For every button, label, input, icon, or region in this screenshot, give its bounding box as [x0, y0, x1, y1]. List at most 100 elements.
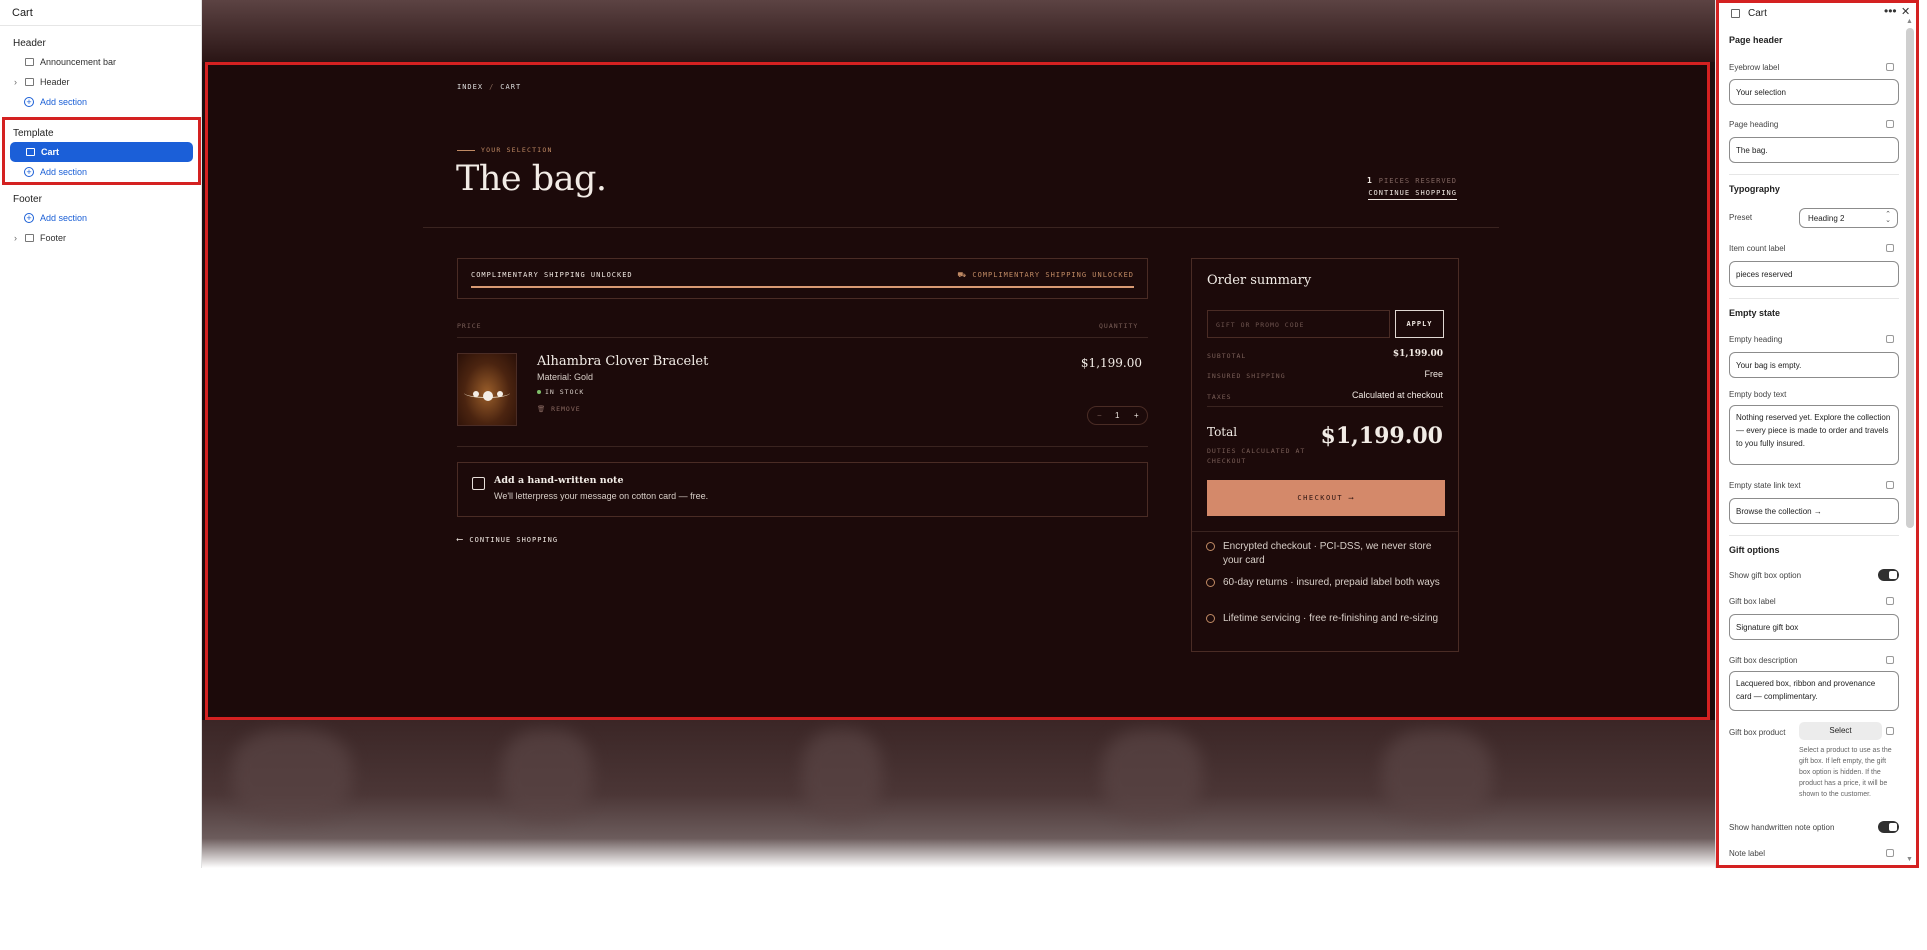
continue-shopping-label: CONTINUE SHOPPING [469, 536, 559, 544]
sidebar-item-header[interactable]: › Header [0, 72, 201, 92]
add-section-button-header[interactable]: + Add section [0, 92, 201, 112]
total-label: Total [1207, 425, 1238, 439]
arrow-left-icon: ⟵ [457, 535, 464, 545]
column-header-quantity: QUANTITY [1099, 322, 1139, 330]
preset-label: Preset [1729, 213, 1753, 222]
scrollbar[interactable] [1906, 28, 1914, 528]
preset-value: Heading 2 [1808, 214, 1845, 223]
trash-icon: 🗑 [537, 405, 552, 413]
chevron-right-icon[interactable]: › [14, 72, 17, 92]
blurred-header [202, 0, 1715, 62]
bracelet-clover [483, 391, 493, 401]
stock-dot-icon [537, 390, 541, 394]
note-description: We'll letterpress your message on cotton… [494, 491, 709, 501]
dynamic-source-icon[interactable] [1886, 597, 1894, 605]
trust-text: Lifetime servicing · free re-finishing a… [1223, 613, 1439, 624]
quantity-value[interactable]: 1 [1115, 411, 1119, 420]
remove-button[interactable]: 🗑 REMOVE [537, 405, 581, 413]
note-toggle[interactable] [1878, 821, 1899, 833]
section-icon [25, 58, 34, 66]
shipping-progress-bar [471, 286, 1134, 288]
cart-section[interactable]: INDEX / CART YOUR SELECTION The bag. 1 PIEC… [205, 62, 1710, 720]
blurred-shape [232, 730, 352, 820]
trust-item-servicing: Lifetime servicing · free re-finishing a… [1206, 612, 1445, 626]
shipping-label: INSURED SHIPPING [1207, 372, 1286, 380]
empty-link-input[interactable]: Browse the collection → [1729, 498, 1899, 524]
column-header-price: PRICE [457, 322, 482, 330]
remove-label: REMOVE [551, 405, 581, 413]
continue-shopping-link-bottom[interactable]: ⟵ CONTINUE SHOPPING [457, 535, 558, 545]
promo-code-input[interactable]: GIFT OR PROMO CODE [1207, 310, 1390, 338]
item-count: 1 PIECES RESERVED [1367, 176, 1457, 185]
gift-box-label-label: Gift box label [1729, 597, 1776, 606]
add-section-label: Add section [40, 213, 88, 223]
note-title: Add a hand-written note [494, 475, 624, 486]
add-section-button-footer[interactable]: + Add section [0, 208, 201, 228]
order-summary: Order summary GIFT OR PROMO CODE APPLY S… [1191, 258, 1459, 652]
dynamic-source-icon[interactable] [1886, 656, 1894, 664]
product-image[interactable] [457, 353, 517, 426]
clock-icon [1206, 578, 1215, 587]
handwritten-note-option[interactable]: Add a hand-written note We'll letterpres… [457, 462, 1148, 517]
order-summary-heading: Order summary [1207, 273, 1312, 288]
gift-box-help-text: Select a product to use as the gift box.… [1799, 747, 1892, 798]
empty-heading-input[interactable]: Your bag is empty. [1729, 352, 1899, 378]
chevron-right-icon[interactable]: › [14, 228, 17, 248]
close-icon[interactable]: ✕ [1901, 5, 1910, 18]
gift-box-toggle[interactable] [1878, 569, 1899, 581]
eyebrow-dash [457, 149, 475, 151]
page-heading-label: Page heading [1729, 120, 1779, 129]
sidebar-item-announcement-bar[interactable]: Announcement bar [0, 52, 201, 72]
divider [457, 337, 1148, 338]
note-label-label: Note label [1729, 849, 1766, 858]
eyebrow-input[interactable]: Your selection [1729, 79, 1899, 105]
quantity-stepper[interactable]: − 1 + [1087, 406, 1148, 425]
quantity-plus-button[interactable]: + [1134, 411, 1139, 420]
breadcrumb-index[interactable]: INDEX [457, 83, 483, 91]
dynamic-source-icon[interactable] [1886, 849, 1894, 857]
empty-link-label: Empty state link text [1729, 481, 1801, 490]
item-count-input[interactable]: pieces reserved [1729, 261, 1899, 287]
divider [1729, 298, 1899, 299]
dynamic-source-icon[interactable] [1886, 120, 1894, 128]
checkout-button[interactable]: CHECKOUT ⟶ [1207, 480, 1445, 516]
dynamic-source-icon[interactable] [1886, 244, 1894, 252]
note-checkbox[interactable] [472, 477, 485, 490]
blurred-shape [802, 730, 882, 820]
blurred-shape [1382, 730, 1492, 820]
gift-box-product-label: Gift box product [1729, 728, 1786, 737]
empty-body-textarea[interactable]: Nothing reserved yet. Explore the collec… [1729, 405, 1899, 465]
stock-status: IN STOCK [537, 388, 584, 396]
page-heading-input[interactable]: The bag. [1729, 137, 1899, 163]
scroll-down-icon[interactable]: ▼ [1906, 856, 1913, 863]
shipping-left-text: COMPLIMENTARY SHIPPING UNLOCKED [471, 271, 633, 279]
gift-box-description-textarea[interactable]: Lacquered box, ribbon and provenance car… [1729, 671, 1899, 711]
product-price: $1,199.00 [1080, 356, 1142, 370]
product-name[interactable]: Alhambra Clover Bracelet [537, 354, 708, 369]
plus-circle-icon: + [24, 97, 34, 107]
apply-button[interactable]: APPLY [1395, 310, 1444, 338]
eyebrow-text: YOUR SELECTION [481, 146, 553, 154]
quantity-minus-button[interactable]: − [1097, 411, 1102, 420]
continue-shopping-link-top[interactable]: CONTINUE SHOPPING [1368, 189, 1457, 200]
template-icon [1731, 9, 1740, 18]
dynamic-source-icon[interactable] [1886, 481, 1894, 489]
dynamic-source-icon[interactable] [1886, 63, 1894, 71]
more-options-icon[interactable]: ••• [1884, 4, 1897, 18]
trust-item-encrypted: Encrypted checkout · PCI-DSS, we never s… [1206, 540, 1445, 568]
dynamic-source-icon[interactable] [1886, 727, 1894, 735]
divider [423, 227, 1499, 228]
product-material: Material: Gold [537, 372, 594, 382]
dynamic-source-icon[interactable] [1886, 335, 1894, 343]
sidebar-item-footer[interactable]: › Footer [0, 228, 201, 248]
section-icon [25, 234, 34, 242]
select-product-button[interactable]: Select [1799, 722, 1882, 740]
scroll-up-icon[interactable]: ▲ [1906, 18, 1913, 25]
preset-select[interactable]: Heading 2 ⌃ ⌄ [1799, 208, 1898, 228]
total-value: $1,199.00 [1320, 423, 1443, 449]
divider [1207, 406, 1443, 407]
eyebrow: YOUR SELECTION [457, 146, 553, 154]
subtotal-value: $1,199.00 [1392, 349, 1443, 359]
section-icon [25, 78, 34, 86]
gift-box-label-input[interactable]: Signature gift box [1729, 614, 1899, 640]
